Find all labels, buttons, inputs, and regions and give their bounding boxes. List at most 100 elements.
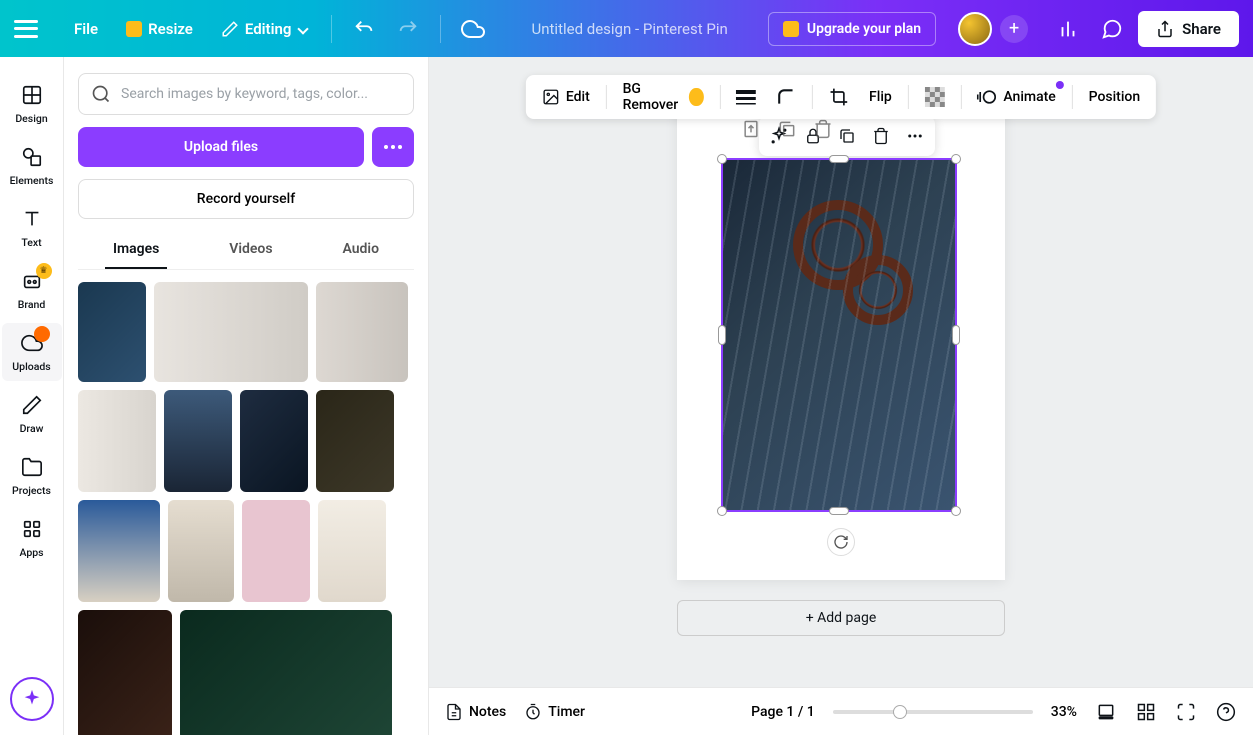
magic-button[interactable]: [10, 677, 54, 721]
resize-handle[interactable]: [951, 506, 961, 516]
search-input[interactable]: [121, 86, 401, 102]
separator: [812, 85, 813, 109]
trash-icon: [813, 119, 833, 139]
resize-button[interactable]: Resize: [116, 12, 203, 46]
transparency-button[interactable]: [921, 83, 949, 111]
insights-button[interactable]: [1050, 11, 1086, 47]
gallery-thumbnail[interactable]: [154, 282, 308, 382]
crown-badge-icon: ♛: [36, 263, 52, 279]
file-menu[interactable]: File: [64, 12, 108, 46]
upgrade-button[interactable]: Upgrade your plan: [768, 12, 936, 46]
notes-button[interactable]: Notes: [445, 703, 506, 721]
more-button[interactable]: [905, 126, 925, 146]
zoom-slider[interactable]: [833, 710, 1033, 714]
gallery-thumbnail[interactable]: [78, 610, 172, 735]
zoom-value[interactable]: 33%: [1051, 704, 1077, 720]
upload-files-button[interactable]: Upload files: [78, 127, 364, 167]
rail-design[interactable]: Design: [2, 75, 62, 133]
tab-videos[interactable]: Videos: [221, 231, 280, 269]
rail-label: Projects: [12, 484, 51, 497]
pencil-icon: [221, 20, 239, 38]
menu-hamburger[interactable]: [14, 20, 38, 38]
add-page-button[interactable]: + Add page: [677, 600, 1005, 636]
delete-button[interactable]: [871, 126, 891, 146]
position-button[interactable]: Position: [1085, 85, 1145, 109]
chevron-down-icon: [298, 23, 309, 34]
avatar[interactable]: [958, 12, 992, 46]
timer-label: Timer: [548, 704, 585, 720]
page-delete-button[interactable]: [813, 119, 835, 141]
gallery-thumbnail[interactable]: [316, 390, 394, 492]
gallery-thumbnail[interactable]: [242, 500, 310, 602]
upload-more-button[interactable]: [372, 127, 414, 167]
arrow-up-icon: [741, 119, 761, 139]
gallery-thumbnail[interactable]: [164, 390, 232, 492]
page-duplicate-button[interactable]: [777, 119, 799, 141]
edit-image-button[interactable]: Edit: [538, 84, 594, 110]
gallery-thumbnail[interactable]: [78, 390, 156, 492]
document-title[interactable]: Untitled design - Pinterest Pin: [499, 20, 759, 38]
upgrade-label: Upgrade your plan: [807, 21, 921, 37]
page-view-button[interactable]: [1095, 701, 1117, 723]
resize-handle[interactable]: [717, 154, 727, 164]
undo-button[interactable]: [346, 11, 382, 47]
selected-image[interactable]: [721, 158, 957, 512]
edit-label: Edit: [566, 89, 590, 105]
resize-handle[interactable]: [718, 325, 726, 345]
help-button[interactable]: [1215, 701, 1237, 723]
editing-menu[interactable]: Editing: [211, 12, 318, 46]
resize-handle[interactable]: [829, 507, 849, 515]
redo-button[interactable]: [390, 11, 426, 47]
rotate-button[interactable]: [827, 528, 855, 556]
note-icon: [445, 703, 463, 721]
rail-draw[interactable]: Draw: [2, 385, 62, 443]
slider-knob[interactable]: [893, 705, 907, 719]
tab-label: Images: [113, 241, 159, 257]
gallery-thumbnail[interactable]: [240, 390, 308, 492]
rail-uploads[interactable]: Uploads: [2, 323, 62, 381]
rail-apps[interactable]: Apps: [2, 509, 62, 567]
canvas-page[interactable]: [677, 88, 1005, 580]
duplicate-button[interactable]: [837, 126, 857, 146]
rail-brand[interactable]: ♛ Brand: [2, 261, 62, 319]
rail-text[interactable]: Text: [2, 199, 62, 257]
gallery-thumbnail[interactable]: [168, 500, 234, 602]
resize-handle[interactable]: [717, 506, 727, 516]
gallery-thumbnail[interactable]: [78, 500, 160, 602]
gallery-thumbnail[interactable]: [78, 282, 146, 382]
lines-icon: [736, 89, 756, 105]
corner-radius-button[interactable]: [772, 83, 800, 111]
animate-button[interactable]: Animate: [973, 83, 1059, 111]
tab-audio[interactable]: Audio: [334, 231, 387, 269]
position-label: Position: [1089, 89, 1141, 105]
resize-handle[interactable]: [829, 155, 849, 163]
comment-button[interactable]: [1094, 11, 1130, 47]
bg-remover-button[interactable]: BG Remover: [619, 77, 708, 117]
gallery-thumbnail[interactable]: [318, 500, 386, 602]
add-collaborator-button[interactable]: +: [1000, 15, 1028, 43]
rail-projects[interactable]: Projects: [2, 447, 62, 505]
record-yourself-button[interactable]: Record yourself: [78, 179, 414, 219]
crop-button[interactable]: [825, 83, 853, 111]
resize-handle[interactable]: [952, 325, 960, 345]
cloud-status-button[interactable]: [455, 11, 491, 47]
stroke-weight-button[interactable]: [732, 85, 760, 109]
timer-button[interactable]: Timer: [524, 703, 585, 721]
fullscreen-button[interactable]: [1175, 701, 1197, 723]
folder-icon: [20, 455, 44, 479]
page-indicator: Page 1 / 1: [751, 704, 815, 720]
resize-handle[interactable]: [951, 154, 961, 164]
gallery-thumbnail[interactable]: [180, 610, 392, 735]
gallery-thumbnail[interactable]: [316, 282, 408, 382]
page-up-button[interactable]: [741, 119, 763, 141]
expand-icon: [1176, 702, 1196, 722]
grid-view-button[interactable]: [1135, 701, 1157, 723]
apps-icon: [20, 517, 44, 541]
share-button[interactable]: Share: [1138, 11, 1239, 47]
separator: [719, 85, 720, 109]
redo-icon: [397, 18, 419, 40]
rail-elements[interactable]: Elements: [2, 137, 62, 195]
separator: [331, 15, 332, 43]
flip-button[interactable]: Flip: [865, 85, 896, 109]
tab-images[interactable]: Images: [105, 231, 167, 269]
